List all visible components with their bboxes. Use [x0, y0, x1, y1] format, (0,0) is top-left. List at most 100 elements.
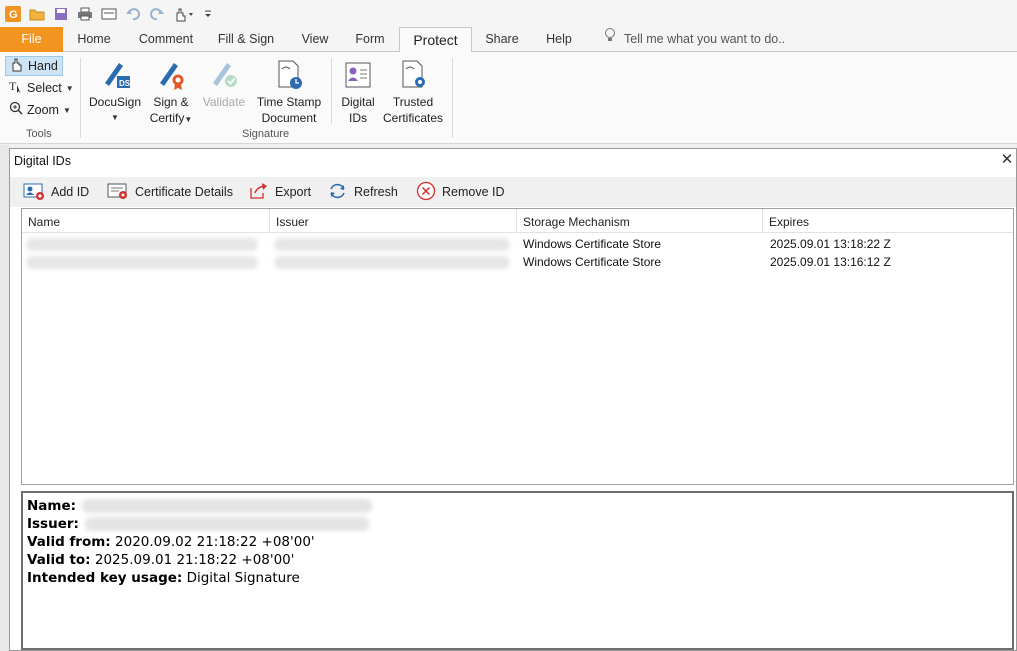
zoom-label: Zoom: [27, 103, 59, 117]
remove-id-button[interactable]: Remove ID: [416, 181, 505, 203]
trusted-certificates-button[interactable]: Trusted Certificates: [381, 58, 445, 126]
redacted-name: [26, 256, 258, 269]
validate-button[interactable]: Validate: [200, 58, 248, 110]
signature-group-label: Signature: [242, 128, 290, 140]
digital-ids-button[interactable]: Digital IDs: [338, 58, 378, 126]
table-row[interactable]: Windows Certificate Store 2025.09.01 13:…: [22, 235, 1013, 253]
trusted-certificates-label-1: Trusted: [392, 95, 434, 109]
add-id-button[interactable]: Add ID: [23, 181, 89, 203]
redacted-issuer: [274, 256, 510, 269]
time-stamp-icon: [272, 58, 306, 92]
select-tool-button[interactable]: T Select ▼: [5, 78, 78, 98]
undo-icon[interactable]: [124, 5, 142, 23]
tab-share[interactable]: Share: [476, 27, 528, 52]
ribbon-divider: [331, 58, 332, 124]
sign-certify-label-1: Sign &: [153, 95, 189, 109]
digital-ids-dialog: Digital IDs ✕ Add ID Certificate Details…: [9, 148, 1017, 651]
tab-form[interactable]: Form: [346, 27, 394, 52]
storage-cell: Windows Certificate Store: [523, 237, 662, 251]
zoom-tool-button[interactable]: Zoom ▼: [5, 100, 75, 120]
tab-comment[interactable]: Comment: [130, 27, 202, 52]
detail-issuer: Issuer:: [27, 515, 1008, 533]
digital-ids-label-1: Digital: [341, 95, 375, 109]
table-row[interactable]: Windows Certificate Store 2025.09.01 13:…: [22, 253, 1013, 271]
redo-icon[interactable]: [148, 5, 166, 23]
redacted-detail-name: [82, 499, 373, 513]
trusted-certificates-icon: [396, 58, 430, 92]
docusign-button[interactable]: DS DocuSign ▼: [88, 58, 142, 126]
ribbon-tabs: File Home Comment Fill & Sign View Form …: [0, 27, 1017, 53]
tab-view[interactable]: View: [292, 27, 338, 52]
lightbulb-icon: [604, 27, 616, 52]
customize-icon[interactable]: [204, 5, 212, 23]
zoom-icon: [9, 101, 23, 119]
export-label: Export: [275, 185, 312, 199]
add-id-label: Add ID: [51, 185, 90, 199]
tab-file[interactable]: File: [0, 27, 63, 52]
save-icon[interactable]: [52, 5, 70, 23]
expires-cell: 2025.09.01 13:16:12 Z: [770, 255, 891, 269]
redacted-issuer: [274, 238, 510, 251]
dialog-title: Digital IDs: [14, 154, 71, 168]
export-icon: [249, 182, 269, 203]
validate-label: Validate: [202, 95, 246, 109]
certificate-details-icon: [107, 182, 129, 203]
svg-text:G: G: [9, 9, 18, 21]
print-icon[interactable]: [76, 5, 94, 23]
digital-id-icon: [341, 58, 375, 92]
hand-tool-icon[interactable]: [172, 5, 198, 23]
detail-valid-to: Valid to: 2025.09.01 21:18:22 +08'00': [27, 552, 295, 568]
detail-valid-from: Valid from: 2020.09.02 21:18:22 +08'00': [27, 534, 315, 550]
redacted-name: [26, 238, 258, 251]
ribbon-divider: [452, 58, 453, 138]
list-header: Name Issuer Storage Mechanism Expires: [22, 209, 1013, 233]
quick-access-toolbar: G: [0, 0, 1017, 27]
tab-help[interactable]: Help: [536, 27, 582, 52]
column-header-storage[interactable]: Storage Mechanism: [517, 209, 763, 233]
column-header-expires[interactable]: Expires: [763, 209, 1011, 233]
storage-cell: Windows Certificate Store: [523, 255, 662, 269]
hand-icon: [10, 57, 24, 75]
tools-group-label: Tools: [26, 128, 52, 140]
refresh-icon: [328, 182, 348, 203]
tab-home[interactable]: Home: [66, 27, 122, 52]
detail-name: Name:: [27, 497, 1008, 515]
chevron-down-icon: ▼: [65, 83, 74, 93]
refresh-label: Refresh: [354, 185, 398, 199]
tab-fill-sign[interactable]: Fill & Sign: [210, 27, 282, 52]
time-stamp-label-2: Document: [261, 111, 317, 125]
svg-text:T: T: [9, 79, 17, 93]
svg-text:DS: DS: [119, 79, 131, 88]
hand-tool-button[interactable]: Hand: [5, 56, 63, 76]
document-pane-edge: [0, 145, 9, 651]
chevron-down-icon: ▼: [184, 115, 193, 124]
tell-me-search[interactable]: Tell me what you want to do..: [604, 27, 785, 52]
ribbon-panel: Hand T Select ▼ Zoom ▼ Tools DS DocuSign…: [0, 52, 1017, 144]
app-logo-icon[interactable]: G: [4, 5, 22, 23]
screen-icon[interactable]: [100, 5, 118, 23]
hand-label: Hand: [28, 59, 58, 73]
tab-protect[interactable]: Protect: [399, 27, 472, 53]
column-header-issuer[interactable]: Issuer: [270, 209, 517, 233]
trusted-certificates-label-2: Certificates: [382, 111, 444, 125]
docusign-label: DocuSign: [88, 95, 142, 109]
certificate-details-button[interactable]: Certificate Details: [107, 181, 233, 203]
dialog-toolbar: Add ID Certificate Details Export Refres…: [10, 177, 1016, 207]
refresh-button[interactable]: Refresh: [328, 181, 398, 203]
chevron-down-icon: ▼: [62, 105, 71, 115]
digital-id-list[interactable]: Name Issuer Storage Mechanism Expires Wi…: [21, 208, 1014, 485]
remove-id-label: Remove ID: [442, 185, 505, 199]
sign-certify-button[interactable]: Sign & Certify▼: [148, 58, 194, 128]
certificate-details-label: Certificate Details: [135, 185, 233, 199]
open-folder-icon[interactable]: [28, 5, 46, 23]
redacted-detail-issuer: [85, 517, 370, 531]
ribbon-divider: [80, 58, 81, 138]
export-button[interactable]: Export: [249, 181, 311, 203]
sign-certify-label-2: Certify▼: [149, 111, 193, 125]
add-id-icon: [23, 182, 45, 203]
digital-ids-label-2: IDs: [349, 111, 367, 125]
close-icon[interactable]: ✕: [1000, 152, 1014, 168]
time-stamp-document-button[interactable]: Time Stamp Document: [254, 58, 324, 126]
column-header-name[interactable]: Name: [22, 209, 270, 233]
certificate-details-pane: Name: Issuer: Valid from: 2020.09.02 21:…: [21, 491, 1014, 650]
